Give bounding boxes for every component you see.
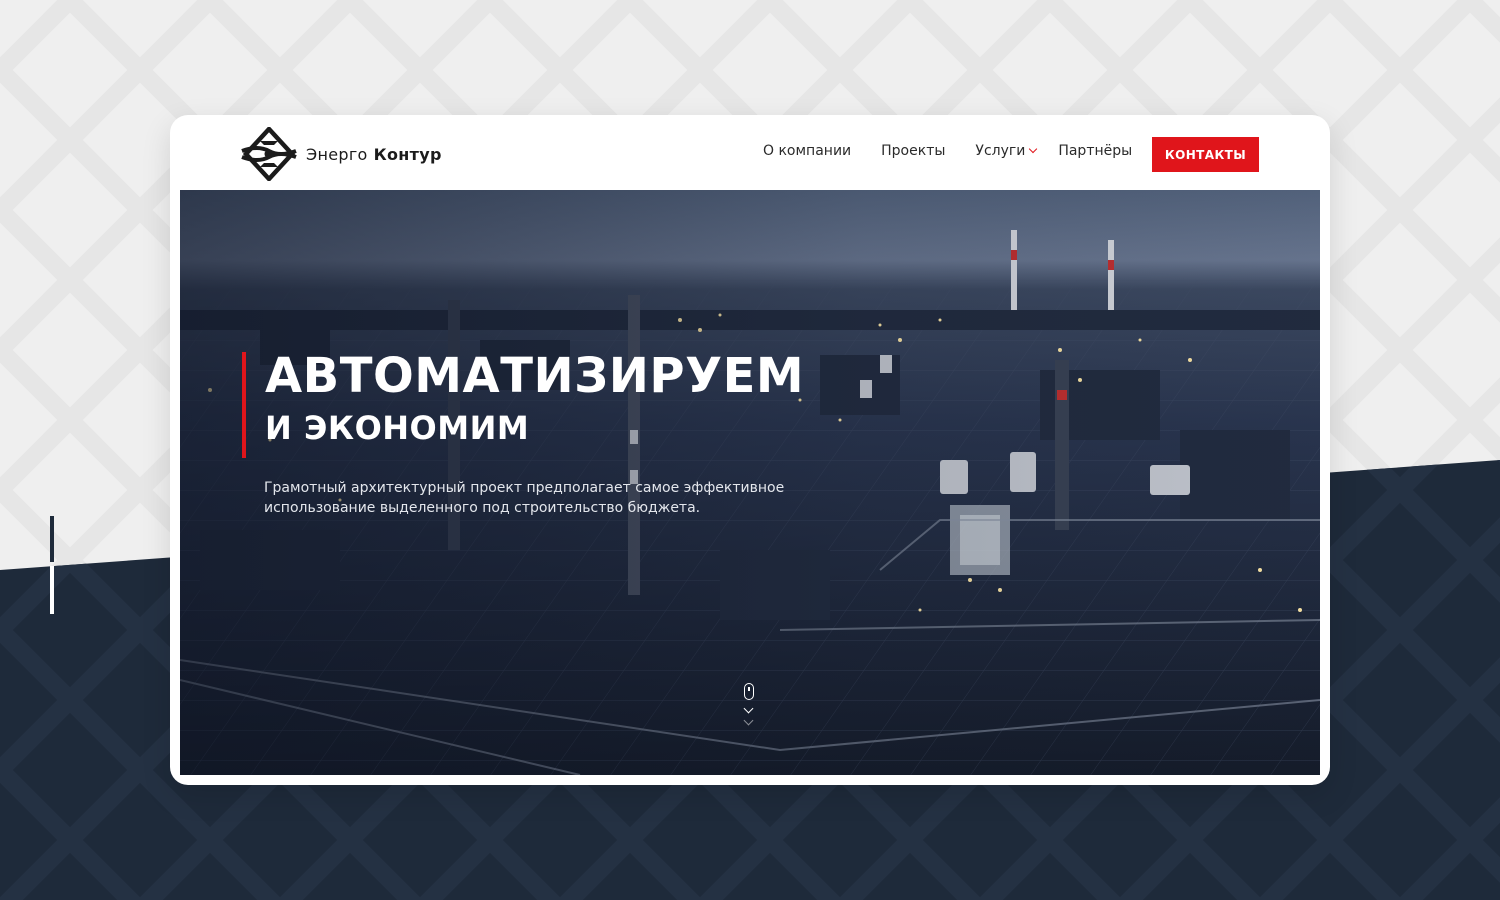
brand-name-bold: Контур bbox=[373, 144, 442, 164]
mouse-icon bbox=[744, 683, 754, 700]
brand-name-light: Энерго bbox=[306, 144, 368, 164]
nav-item-services-label: Услуги bbox=[975, 143, 1026, 159]
hero-title-line2: И ЭКОНОМИМ bbox=[265, 409, 530, 447]
brand-name: Энерго Контур bbox=[306, 145, 442, 164]
nav-item-projects[interactable]: Проекты bbox=[881, 143, 945, 159]
site-window: Энерго Контур О компании Проекты Услуги П… bbox=[170, 115, 1330, 785]
main-nav: О компании Проекты Услуги Партнёры bbox=[763, 143, 1132, 159]
headline-accent-line bbox=[242, 352, 246, 458]
chevron-down-icon bbox=[743, 703, 754, 714]
hero-headline: АВТОМАТИЗИРУЕМ И ЭКОНОМИМ bbox=[265, 352, 804, 444]
contacts-button[interactable]: КОНТАКТЫ bbox=[1152, 137, 1259, 172]
chevron-down-icon bbox=[743, 715, 754, 726]
hero-description: Грамотный архитектурный проект предполаг… bbox=[264, 480, 785, 516]
nav-item-partners[interactable]: Партнёры bbox=[1058, 143, 1132, 159]
nav-item-about[interactable]: О компании bbox=[763, 143, 851, 159]
site-header: Энерго Контур О компании Проекты Услуги П… bbox=[170, 115, 1330, 190]
hero-section: АВТОМАТИЗИРУЕМ И ЭКОНОМИМ Грамотный архи… bbox=[180, 190, 1320, 775]
hero-title-line1: АВТОМАТИЗИРУЕМ bbox=[265, 348, 805, 404]
energo-kontur-logo-icon bbox=[241, 127, 297, 181]
decorative-bar bbox=[50, 566, 54, 614]
mouse-scroll-icon[interactable] bbox=[741, 683, 757, 735]
decorative-bar bbox=[50, 516, 54, 562]
brand-logo[interactable]: Энерго Контур bbox=[240, 127, 442, 181]
nav-item-services[interactable]: Услуги bbox=[975, 143, 1038, 159]
chevron-down-icon bbox=[1029, 144, 1038, 154]
